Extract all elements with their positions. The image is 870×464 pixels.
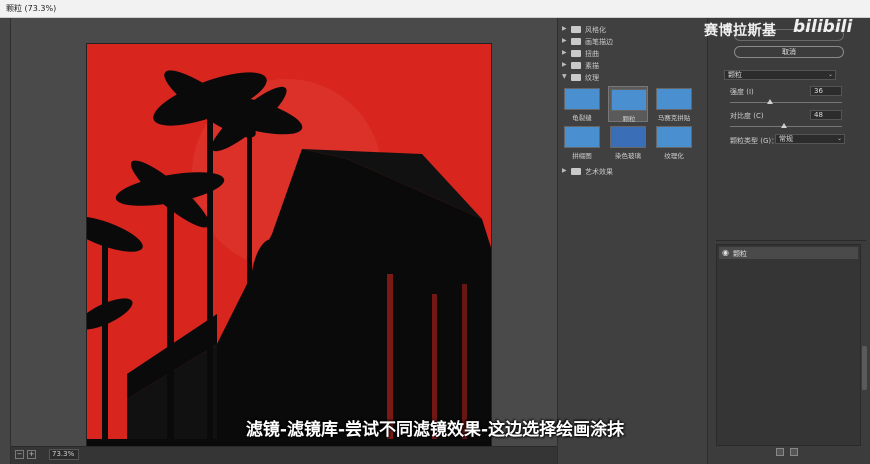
channel-watermark: 赛博拉斯基 bbox=[704, 23, 777, 39]
folder-artistic[interactable]: ▶ 艺术效果 bbox=[562, 166, 702, 178]
bilibili-logo: bilibili bbox=[793, 17, 853, 37]
expand-arrow-icon: ▶ bbox=[562, 167, 567, 174]
folder-icon bbox=[571, 62, 581, 69]
intensity-input[interactable]: 36 bbox=[810, 86, 842, 96]
chevron-down-icon: ⌄ bbox=[836, 135, 842, 142]
filter-thumb-stained-glass[interactable]: 染色玻璃 bbox=[608, 124, 648, 160]
filter-thumb-texturizer[interactable]: 纹理化 bbox=[654, 124, 694, 160]
right-scrollbar-thumb[interactable] bbox=[862, 346, 867, 390]
folder-sketch[interactable]: ▶ 素描 bbox=[562, 60, 702, 72]
expand-arrow-icon: ▶ bbox=[562, 37, 567, 44]
zoom-in-button[interactable]: + bbox=[27, 450, 36, 459]
delete-effect-layer-icon[interactable] bbox=[790, 448, 798, 456]
filter-preview-thumbnail bbox=[564, 126, 600, 148]
folder-icon bbox=[571, 50, 581, 57]
eye-visibility-icon[interactable]: ◉ bbox=[722, 248, 729, 257]
window-title: 颗粒 (73.3%) bbox=[6, 4, 57, 13]
filter-gallery-panel: ▶ 风格化 ▶ 画笔描边 ▶ 扭曲 ▶ 素描 ▼ 纹理 龟裂缝 颗粒 马赛克拼贴… bbox=[557, 18, 707, 464]
zoom-level-select[interactable]: 73.3% bbox=[49, 449, 79, 460]
preview-area[interactable] bbox=[11, 18, 567, 464]
filter-thumb-patchwork[interactable]: 拼缀图 bbox=[562, 124, 602, 160]
effect-layer-name: 颗粒 bbox=[733, 250, 747, 258]
filter-preview-thumbnail bbox=[564, 88, 600, 110]
intensity-label: 强度 (I) bbox=[730, 88, 754, 96]
expand-arrow-icon: ▶ bbox=[562, 49, 567, 56]
filter-type-value: 颗粒 bbox=[728, 71, 742, 79]
folder-texture[interactable]: ▼ 纹理 bbox=[562, 72, 702, 84]
filter-preview-thumbnail bbox=[611, 89, 647, 111]
contrast-label: 对比度 (C) bbox=[730, 112, 764, 120]
filter-preview-thumbnail bbox=[656, 88, 692, 110]
folder-icon bbox=[571, 26, 581, 33]
filter-preview-thumbnail bbox=[610, 126, 646, 148]
folder-icon bbox=[571, 38, 581, 45]
video-subtitle: 滤镜-滤镜库-尝试不同滤镜效果-这边选择绘画涂抹 bbox=[245, 420, 625, 440]
panel-divider bbox=[716, 240, 866, 241]
expand-arrow-icon: ▶ bbox=[562, 61, 567, 68]
folder-stylize[interactable]: ▶ 风格化 bbox=[562, 24, 702, 36]
folder-brush-strokes[interactable]: ▶ 画笔描边 bbox=[562, 36, 702, 48]
new-effect-layer-icon[interactable] bbox=[776, 448, 784, 456]
grain-type-label: 颗粒类型 (G)： bbox=[730, 137, 779, 145]
effect-layer-row[interactable]: ◉ 颗粒 bbox=[719, 247, 858, 259]
grain-type-value: 常规 bbox=[779, 135, 793, 143]
contrast-input[interactable]: 48 bbox=[810, 110, 842, 120]
contrast-slider-thumb[interactable] bbox=[780, 123, 787, 128]
zoom-out-button[interactable]: − bbox=[15, 450, 24, 459]
cancel-button[interactable]: 取消 bbox=[734, 46, 844, 58]
chevron-down-icon: ⌄ bbox=[827, 71, 833, 78]
intensity-slider-thumb[interactable] bbox=[767, 99, 774, 104]
filter-preview-thumbnail bbox=[656, 126, 692, 148]
folder-open-icon bbox=[571, 74, 581, 81]
filter-thumb-craquelure[interactable]: 龟裂缝 bbox=[562, 86, 602, 122]
preview-artwork bbox=[87, 44, 491, 462]
filter-settings-panel: 取消 颗粒 ⌄ 强度 (I) 36 对比度 (C) 48 颗粒类型 (G)： 常… bbox=[707, 18, 870, 464]
grain-type-select[interactable]: 常规 ⌄ bbox=[775, 134, 845, 144]
intensity-slider[interactable] bbox=[730, 102, 842, 103]
filter-type-select[interactable]: 颗粒 ⌄ bbox=[724, 70, 836, 80]
collapse-arrow-icon: ▼ bbox=[562, 73, 567, 80]
window-titlebar: 颗粒 (73.3%) bbox=[0, 0, 870, 18]
preview-image[interactable] bbox=[86, 43, 492, 463]
left-scroll-gutter[interactable] bbox=[0, 18, 11, 464]
expand-arrow-icon: ▶ bbox=[562, 25, 567, 32]
folder-icon bbox=[571, 168, 581, 175]
preview-footer: − + 73.3% bbox=[11, 446, 557, 464]
filter-thumb-grain[interactable]: 颗粒 bbox=[608, 86, 648, 123]
filter-thumb-mosaic-tiles[interactable]: 马赛克拼贴 bbox=[654, 86, 694, 122]
folder-distort[interactable]: ▶ 扭曲 bbox=[562, 48, 702, 60]
